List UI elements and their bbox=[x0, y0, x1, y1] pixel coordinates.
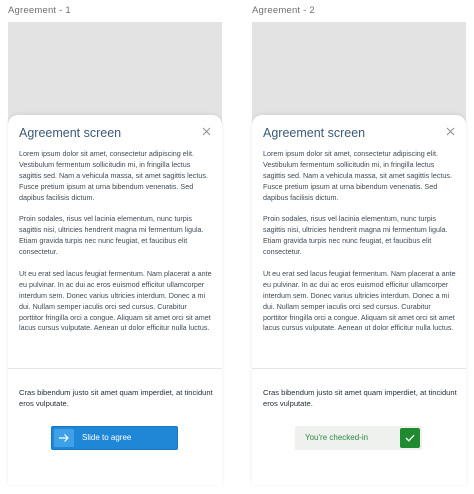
agreement-sheet: Agreement screen Lorem ipsum dolor sit a… bbox=[252, 115, 466, 485]
frame-label: Agreement - 2 bbox=[252, 5, 315, 16]
arrow-right-icon bbox=[59, 434, 69, 442]
agreement-paragraph: Proin sodales, risus vel lacinia element… bbox=[19, 214, 204, 257]
agreement-paragraph: Lorem ipsum dolor sit amet, consectetur … bbox=[263, 149, 452, 202]
checked-in-label: You're checked-in bbox=[305, 433, 369, 442]
close-icon[interactable] bbox=[445, 124, 456, 136]
check-icon bbox=[405, 434, 415, 442]
checked-in-status: You're checked-in bbox=[295, 426, 422, 450]
agreement-paragraph: Ut eu erat sed lacus feugiat fermentum. … bbox=[263, 268, 456, 333]
footer-text: Cras bibendum justo sit amet quam imperd… bbox=[19, 388, 213, 408]
agreement-paragraph: Ut eu erat sed lacus feugiat fermentum. … bbox=[19, 268, 212, 333]
agreement-body: Lorem ipsum dolor sit amet, consectetur … bbox=[263, 149, 457, 345]
divider bbox=[8, 368, 222, 369]
slide-label: Slide to agree bbox=[82, 433, 132, 442]
sheet-title: Agreement screen bbox=[263, 126, 366, 140]
agreement-paragraph: Proin sodales, risus vel lacinia element… bbox=[263, 214, 448, 257]
agreement-frame-2: Agreement screen Lorem ipsum dolor sit a… bbox=[252, 22, 466, 485]
close-icon[interactable] bbox=[201, 124, 212, 136]
slide-handle[interactable] bbox=[54, 429, 74, 447]
check-badge bbox=[400, 428, 420, 448]
frame-label: Agreement - 1 bbox=[8, 5, 71, 16]
footer-text: Cras bibendum justo sit amet quam imperd… bbox=[263, 388, 457, 408]
divider bbox=[252, 368, 466, 369]
slide-to-agree-button[interactable]: Slide to agree bbox=[51, 426, 178, 450]
sheet-title: Agreement screen bbox=[19, 126, 122, 140]
agreement-body: Lorem ipsum dolor sit amet, consectetur … bbox=[19, 149, 213, 345]
agreement-sheet: Agreement screen Lorem ipsum dolor sit a… bbox=[8, 115, 222, 485]
agreement-paragraph: Lorem ipsum dolor sit amet, consectetur … bbox=[19, 149, 208, 202]
agreement-frame-1: Agreement screen Lorem ipsum dolor sit a… bbox=[8, 22, 222, 485]
